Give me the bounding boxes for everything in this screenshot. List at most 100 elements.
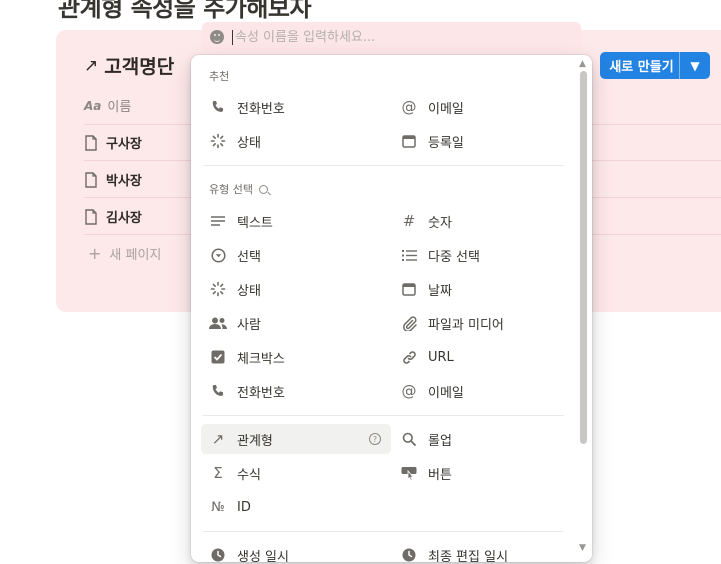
menu-item-label: 등록일 — [428, 135, 464, 151]
section-label-types-text: 유형 선택 — [209, 183, 253, 196]
menu-item-label: 전화번호 — [237, 385, 285, 401]
scroll-up-icon[interactable]: ▲ — [579, 59, 586, 69]
help-icon[interactable]: ? — [369, 433, 381, 445]
property-name-field — [202, 22, 581, 52]
row-title: 김사장 — [106, 211, 142, 226]
text-icon — [209, 212, 227, 230]
new-button-label: 새로 만들기 — [609, 60, 674, 75]
section-label-types: 유형 선택 — [209, 181, 268, 197]
menu-divider — [203, 531, 564, 532]
at-icon: @ — [401, 98, 417, 116]
button-cursor-icon — [400, 464, 418, 482]
emoji-icon[interactable] — [210, 30, 224, 44]
clock-icon — [209, 546, 227, 562]
menu-item-label: 롤업 — [428, 433, 452, 449]
menu-item-label: 이메일 — [428, 101, 464, 117]
menu-item-status[interactable]: 상태 — [201, 126, 391, 156]
menu-item-label: 전화번호 — [237, 101, 285, 117]
menu-item-label: 최종 편집 일시 — [428, 549, 509, 563]
page-title: 관계형 속성을 추가해보자 — [58, 0, 312, 22]
menu-item-label: 체크박스 — [237, 351, 285, 367]
checkbox-icon — [209, 348, 227, 366]
menu-item-label: 상태 — [237, 283, 261, 299]
phone-icon — [209, 382, 227, 400]
sigma-icon: Σ — [213, 464, 223, 482]
menu-item-date[interactable]: 날짜 — [392, 274, 582, 304]
status-icon — [209, 280, 227, 298]
database-title[interactable]: ↗ 고객명단 — [84, 52, 174, 79]
calendar-icon — [400, 132, 418, 150]
search-icon — [400, 430, 418, 448]
clock-icon — [400, 546, 418, 562]
new-page-button[interactable]: + 새 페이지 — [88, 244, 161, 263]
menu-item-label: 사람 — [237, 317, 261, 333]
menu-item-last-edited-time[interactable]: 최종 편집 일시 — [392, 540, 582, 562]
menu-item-label: 숫자 — [428, 215, 452, 231]
page-icon — [85, 208, 97, 225]
new-page-label: 새 페이지 — [109, 248, 162, 263]
text-property-icon: Aa — [84, 98, 102, 113]
page-icon — [85, 171, 97, 188]
menu-item-multi-select[interactable]: 다중 선택 — [392, 240, 582, 270]
menu-item-label: 상태 — [237, 135, 261, 151]
page-icon — [85, 134, 97, 151]
row-title: 박사장 — [106, 174, 142, 189]
menu-item-status[interactable]: 상태 — [201, 274, 391, 304]
menu-item-label: 다중 선택 — [428, 249, 480, 265]
menu-item-number[interactable]: # 숫자 — [392, 206, 582, 236]
paperclip-icon — [400, 314, 418, 332]
menu-item-label: 텍스트 — [237, 215, 273, 231]
column-header-name[interactable]: Aa 이름 — [84, 96, 132, 116]
relation-arrow-icon: ↗ — [211, 430, 225, 448]
row-title: 구사장 — [106, 137, 142, 152]
menu-item-button[interactable]: 버튼 — [392, 458, 582, 488]
column-header-label: 이름 — [107, 100, 132, 115]
menu-item-phone[interactable]: 전화번호 — [201, 376, 391, 406]
menu-item-formula[interactable]: Σ 수식 — [201, 458, 391, 488]
menu-item-person[interactable]: 사람 — [201, 308, 391, 338]
chevron-down-icon[interactable]: ▼ — [680, 59, 710, 73]
menu-divider — [203, 415, 564, 416]
menu-item-label: 날짜 — [428, 283, 452, 299]
hash-icon: # — [402, 212, 416, 230]
menu-item-registered-date[interactable]: 등록일 — [392, 126, 582, 156]
menu-item-text[interactable]: 텍스트 — [201, 206, 391, 236]
menu-item-email[interactable]: @ 이메일 — [392, 376, 582, 406]
menu-item-id[interactable]: № ID — [201, 492, 391, 522]
property-type-menu: ▲ ▼ 추천 전화번호 @ 이메일 상태 등록일 유형 선택 텍스트 # 숫자 … — [191, 55, 592, 562]
at-icon: @ — [401, 382, 417, 400]
menu-item-relation[interactable]: ↗ 관계형 ? — [201, 424, 391, 454]
menu-item-files-media[interactable]: 파일과 미디어 — [392, 308, 582, 338]
menu-item-select[interactable]: 선택 — [201, 240, 391, 270]
menu-item-label: URL — [428, 349, 454, 365]
menu-item-label: 버튼 — [428, 467, 452, 483]
list-icon — [400, 246, 418, 264]
new-button[interactable]: 새로 만들기 ▼ — [600, 52, 710, 79]
menu-item-label: 생성 일시 — [237, 549, 289, 563]
menu-item-phone[interactable]: 전화번호 — [201, 92, 391, 122]
table-row[interactable]: 김사장 — [84, 207, 142, 226]
menu-item-label: 선택 — [237, 249, 261, 265]
plus-icon: + — [88, 244, 102, 263]
menu-item-email[interactable]: @ 이메일 — [392, 92, 582, 122]
property-name-input[interactable] — [232, 29, 532, 45]
phone-icon — [209, 98, 227, 116]
select-icon — [209, 246, 227, 264]
menu-item-label: 수식 — [237, 467, 261, 483]
status-icon — [209, 132, 227, 150]
database-title-text: 고객명단 — [104, 56, 175, 78]
menu-item-label: 관계형 — [237, 433, 273, 449]
link-icon — [400, 348, 418, 366]
menu-item-checkbox[interactable]: 체크박스 — [201, 342, 391, 372]
menu-item-label: 파일과 미디어 — [428, 317, 504, 333]
search-icon[interactable] — [258, 184, 268, 194]
menu-item-rollup[interactable]: 롤업 — [392, 424, 582, 454]
menu-divider — [203, 165, 564, 166]
menu-item-label: ID — [237, 499, 251, 515]
table-row[interactable]: 박사장 — [84, 170, 142, 189]
numero-icon: № — [211, 499, 225, 515]
menu-item-label: 이메일 — [428, 385, 464, 401]
menu-item-url[interactable]: URL — [392, 342, 582, 372]
table-row[interactable]: 구사장 — [84, 133, 142, 152]
menu-item-created-time[interactable]: 생성 일시 — [201, 540, 391, 562]
